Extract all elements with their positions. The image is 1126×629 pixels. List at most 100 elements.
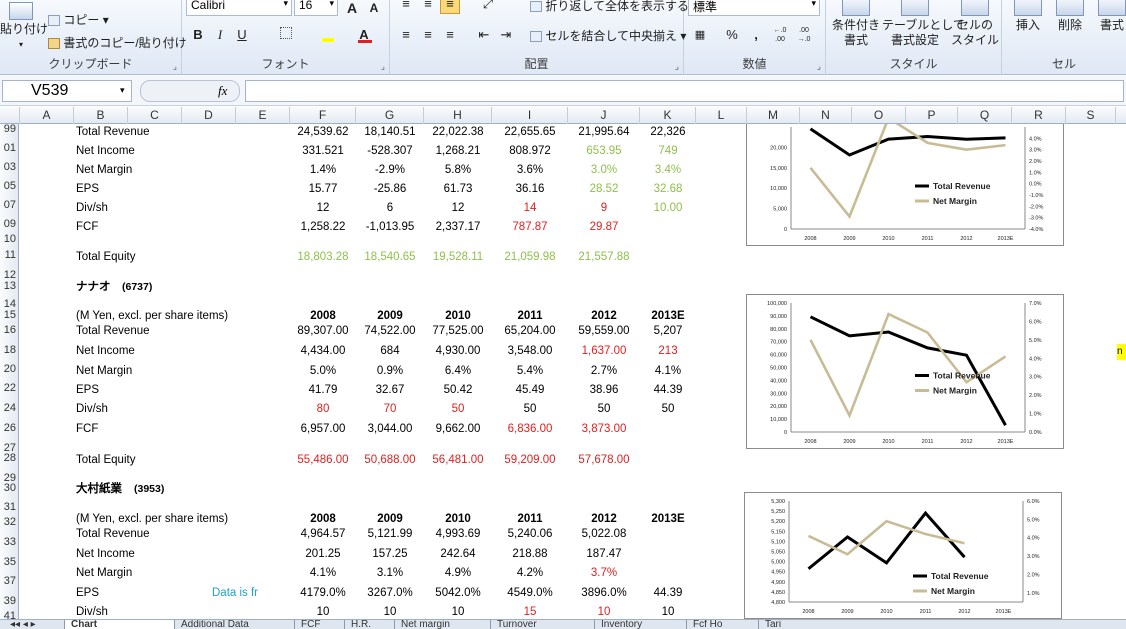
row-header[interactable]: 16 — [0, 324, 18, 336]
value-cell[interactable]: 4.1% — [640, 363, 696, 379]
value-cell[interactable]: 5.4% — [492, 363, 568, 379]
value-cell[interactable]: 15 — [492, 604, 568, 619]
value-cell[interactable]: 201.25 — [290, 546, 356, 562]
value-cell[interactable]: 653.95 — [568, 143, 640, 159]
value-cell[interactable]: 22,655.65 — [492, 124, 568, 140]
row-label[interactable]: Net Margin — [76, 363, 132, 379]
column-header[interactable]: B — [74, 107, 128, 124]
value-cell[interactable]: 80 — [290, 401, 356, 417]
data-source-note[interactable]: Data is fr — [212, 585, 290, 601]
line-chart[interactable]: 0 10,000 20,000 30,000 40,000 50,000 60,000 70,… — [746, 294, 1064, 449]
value-cell[interactable]: 4,930.00 — [424, 343, 492, 359]
row-header[interactable]: 35 — [0, 556, 18, 568]
value-cell[interactable]: 2,337.17 — [424, 219, 492, 235]
wrap-text-button[interactable]: 折り返して全体を表示する — [530, 0, 689, 14]
row-header[interactable]: 09 — [0, 218, 18, 230]
value-cell[interactable]: 4,434.00 — [290, 343, 356, 359]
delete-button[interactable]: 削除 — [1050, 0, 1090, 33]
row-header[interactable]: 39 — [0, 595, 18, 607]
column-header[interactable]: H — [424, 107, 492, 124]
column-header[interactable]: E — [236, 107, 290, 124]
value-cell[interactable]: 24,539.62 — [290, 124, 356, 140]
value-cell[interactable]: 684 — [356, 343, 424, 359]
row-label[interactable]: Div/sh — [76, 401, 108, 417]
value-cell[interactable]: 2013E — [640, 511, 696, 527]
value-cell[interactable]: 2010 — [424, 511, 492, 527]
sheet-tab[interactable]: Tari — [758, 620, 818, 629]
value-cell[interactable]: -25.86 — [356, 181, 424, 197]
orientation-icon[interactable]: ⤢ — [478, 0, 498, 14]
value-cell[interactable]: 0.9% — [356, 363, 424, 379]
value-cell[interactable]: 10 — [424, 604, 492, 619]
row-label[interactable]: Net Margin — [76, 162, 132, 178]
value-cell[interactable]: 28.52 — [568, 181, 640, 197]
column-header[interactable]: Q — [958, 107, 1012, 124]
font-size-select[interactable]: 16 ▾ — [294, 0, 338, 16]
value-cell[interactable]: 3267.0% — [356, 585, 424, 601]
value-cell[interactable]: 18,540.65 — [356, 249, 424, 265]
value-cell[interactable]: 77,525.00 — [424, 323, 492, 339]
font-name-select[interactable]: Calibri ▾ — [186, 0, 292, 16]
value-cell[interactable]: 6,957.00 — [290, 421, 356, 437]
column-header[interactable]: S — [1066, 107, 1116, 124]
tab-scroll-first-icon[interactable]: ◂◂ ◂ ▸ — [4, 620, 42, 629]
row-label[interactable]: Total Revenue — [76, 323, 150, 339]
value-cell[interactable]: 2011 — [492, 511, 568, 527]
value-cell[interactable]: 19,528.11 — [424, 249, 492, 265]
value-cell[interactable]: 3,548.00 — [492, 343, 568, 359]
row-label[interactable]: EPS — [76, 585, 99, 601]
align-right-icon[interactable]: ≡ — [440, 25, 460, 45]
value-cell[interactable]: 21,059.98 — [492, 249, 568, 265]
column-header[interactable]: K — [640, 107, 696, 124]
value-cell[interactable]: 38.96 — [568, 382, 640, 398]
value-cell[interactable]: 5.0% — [290, 363, 356, 379]
value-cell[interactable]: 50 — [640, 401, 696, 417]
value-cell[interactable]: 157.25 — [356, 546, 424, 562]
value-cell[interactable]: 89,307.00 — [290, 323, 356, 339]
decrease-indent-icon[interactable]: ⇤ — [474, 25, 494, 45]
insert-button[interactable]: 挿入 — [1008, 0, 1048, 33]
row-header[interactable]: 22 — [0, 382, 18, 394]
value-cell[interactable]: 2009 — [356, 308, 424, 324]
increase-indent-icon[interactable]: ⇥ — [496, 25, 516, 45]
value-cell[interactable]: 44.39 — [640, 585, 696, 601]
value-cell[interactable]: 57,678.00 — [568, 452, 640, 468]
value-cell[interactable]: 1.4% — [290, 162, 356, 178]
sheet-tab[interactable]: Chart — [64, 620, 174, 629]
row-label[interactable]: Net Margin — [76, 565, 132, 581]
chevron-down-icon[interactable]: ▾ — [120, 85, 125, 96]
value-cell[interactable]: 2012 — [568, 308, 640, 324]
line-chart[interactable]: 4,800 4,850 4,900 4,950 5,000 5,050 5,100 5,150… — [744, 492, 1062, 619]
border-icon[interactable] — [276, 25, 296, 45]
value-cell[interactable]: 12 — [290, 200, 356, 216]
row-header[interactable]: 99 — [0, 124, 18, 135]
sheet-tab[interactable]: Inventory — [594, 620, 686, 629]
decrease-decimal-button[interactable]: .00 →.0 — [794, 25, 814, 45]
value-cell[interactable]: 2.7% — [568, 363, 640, 379]
value-cell[interactable]: -528.307 — [356, 143, 424, 159]
row-label[interactable]: FCF — [76, 219, 98, 235]
value-cell[interactable]: 14 — [492, 200, 568, 216]
value-cell[interactable]: -2.9% — [356, 162, 424, 178]
value-cell[interactable]: 2010 — [424, 308, 492, 324]
row-header[interactable]: 26 — [0, 422, 18, 434]
value-cell[interactable]: 15.77 — [290, 181, 356, 197]
column-header[interactable]: M — [747, 107, 800, 124]
worksheet-grid[interactable]: Total Revenue 24,539.62 18,140.51 22,022.38… — [20, 124, 1126, 619]
value-cell[interactable]: 29.87 — [568, 219, 640, 235]
row-label[interactable]: Total Revenue — [76, 526, 150, 542]
value-cell[interactable]: 50,688.00 — [356, 452, 424, 468]
sheet-tab[interactable]: FCF — [294, 620, 344, 629]
value-cell[interactable]: -1,013.95 — [356, 219, 424, 235]
row-label[interactable]: Net Income — [76, 343, 135, 359]
column-header[interactable]: I — [492, 107, 568, 124]
value-cell[interactable]: 65,204.00 — [492, 323, 568, 339]
align-top-icon[interactable]: ≡ — [396, 0, 416, 14]
sheet-tab[interactable]: Additional Data — [174, 620, 294, 629]
row-label[interactable]: Total Equity — [76, 249, 135, 265]
value-cell[interactable]: 50.42 — [424, 382, 492, 398]
value-cell[interactable]: 1,637.00 — [568, 343, 640, 359]
value-cell[interactable]: 22,022.38 — [424, 124, 492, 140]
value-cell[interactable]: 2009 — [356, 511, 424, 527]
row-header[interactable]: 11 — [0, 249, 18, 261]
